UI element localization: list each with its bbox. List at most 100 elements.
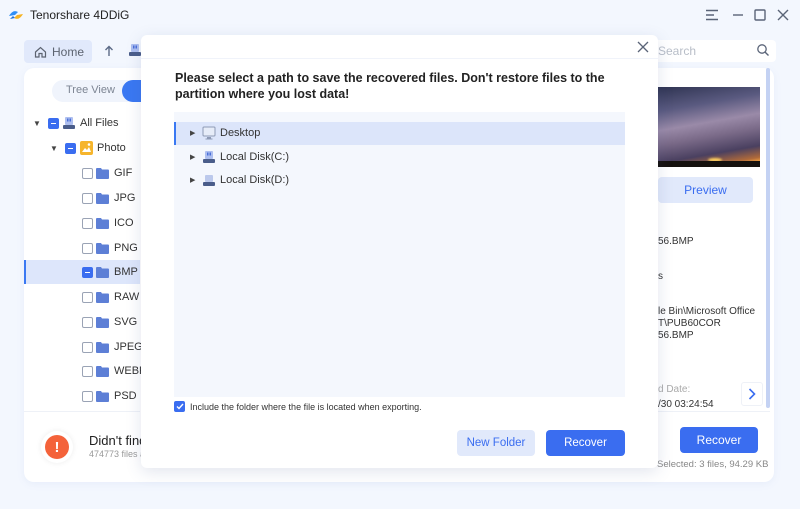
checkbox[interactable]	[82, 390, 93, 402]
drive-icon	[203, 151, 215, 163]
path-label: Local Disk(D:)	[220, 174, 290, 186]
expand-arrow-icon[interactable]: ▶	[190, 153, 195, 161]
desktop-icon	[202, 126, 216, 140]
divider	[24, 411, 140, 412]
file-path-line-1: le Bin\Microsoft Office	[658, 306, 756, 317]
tree-label: Photo	[97, 142, 126, 154]
path-item-local-disk-d[interactable]: ▶ Local Disk(D:)	[174, 169, 625, 192]
tree-item-png[interactable]: PNG	[24, 236, 140, 260]
checkbox[interactable]	[82, 167, 93, 179]
search-input[interactable]: Search	[650, 40, 776, 62]
selected-info: Selected: 3 files, 94.29 KB	[657, 459, 769, 470]
checkbox[interactable]	[82, 217, 93, 229]
checkbox[interactable]	[82, 316, 93, 328]
maximize-button[interactable]	[750, 5, 770, 25]
dialog-close-icon[interactable]	[636, 40, 650, 54]
divider	[141, 58, 658, 59]
tree-item-svg[interactable]: SVG	[24, 310, 140, 334]
tab-tree-view[interactable]: Tree View	[66, 84, 115, 96]
expand-arrow-icon[interactable]: ▶	[190, 176, 195, 184]
search-icon[interactable]	[756, 43, 770, 57]
tree-item-ico[interactable]: ICO	[24, 211, 140, 235]
app-logo-icon	[9, 11, 23, 19]
folder-icon	[96, 291, 109, 303]
folder-icon	[96, 390, 109, 402]
maximize-icon	[754, 9, 766, 21]
expand-arrow-icon[interactable]: ▼	[50, 144, 58, 153]
tree-item-raw[interactable]: RAW	[24, 285, 140, 309]
dialog-title: Please select a path to save the recover…	[175, 71, 605, 101]
file-path-line-2: T\PUB60COR	[658, 318, 721, 329]
drive-icon	[203, 175, 215, 186]
warning-badge: !	[41, 431, 73, 463]
include-folder-option[interactable]: Include the folder where the file is loc…	[174, 401, 422, 412]
photo-icon	[80, 141, 93, 155]
home-icon	[34, 46, 47, 58]
app-title: Tenorshare 4DDiG	[30, 8, 130, 22]
new-folder-button[interactable]: New Folder	[457, 430, 535, 456]
path-label: Desktop	[220, 127, 261, 139]
close-button[interactable]	[773, 5, 793, 25]
checkbox[interactable]	[82, 341, 93, 353]
tree-label: RAW	[114, 291, 140, 303]
tree-item-gif[interactable]: GIF	[24, 161, 140, 185]
didnt-find-link[interactable]: Didn't find the files?	[89, 433, 141, 448]
path-label: Local Disk(C:)	[220, 151, 290, 163]
preview-thumbnail	[658, 87, 760, 167]
checkbox[interactable]	[82, 192, 93, 204]
title-bar: Tenorshare 4DDiG	[0, 0, 800, 30]
tree-item-photo[interactable]: ▼ Photo	[24, 136, 140, 160]
path-item-desktop[interactable]: ▶ Desktop	[174, 122, 625, 145]
minimize-icon	[733, 14, 743, 16]
minimize-button[interactable]	[728, 5, 748, 25]
expand-arrow-icon[interactable]: ▶	[190, 129, 195, 137]
up-button[interactable]	[102, 42, 116, 60]
drive-icon	[129, 44, 141, 56]
tree-item-webp[interactable]: WEBP	[24, 359, 146, 383]
checkbox[interactable]	[82, 266, 93, 278]
checkbox[interactable]	[82, 291, 93, 303]
tree-item-bmp[interactable]: BMP	[24, 260, 140, 284]
next-button[interactable]	[741, 382, 763, 406]
checkmark-icon	[176, 403, 184, 410]
folder-icon	[96, 192, 109, 204]
tree-label: SVG	[114, 316, 138, 328]
tree-item-jpeg[interactable]: JPEG	[24, 335, 143, 359]
path-tree: ▶ Desktop ▶ Local Disk(C:) ▶ Local Disk(…	[174, 112, 625, 397]
recover-button[interactable]: Recover	[680, 427, 758, 453]
divider	[640, 411, 770, 412]
checkbox[interactable]	[82, 242, 93, 254]
folder-icon	[96, 217, 109, 229]
checkbox-photo[interactable]	[65, 142, 76, 154]
folder-icon	[96, 316, 109, 328]
tree-item-jpg[interactable]: JPG	[24, 186, 140, 210]
modified-date-label: d Date:	[658, 384, 691, 395]
scrollbar[interactable]	[766, 68, 770, 408]
folder-icon	[96, 365, 109, 377]
tree-label: ICO	[114, 217, 134, 229]
tree-item-all-files[interactable]: ▼ All Files	[24, 111, 140, 135]
modified-date-value: /30 03:24:54	[658, 399, 714, 410]
checkbox-all-files[interactable]	[48, 117, 59, 129]
tree-label: PSD	[114, 390, 137, 402]
preview-button[interactable]: Preview	[658, 177, 753, 203]
folder-icon	[96, 167, 109, 179]
checkbox[interactable]	[82, 365, 93, 377]
home-label: Home	[52, 44, 85, 59]
files-found-count: 474773 files are found	[89, 449, 141, 459]
path-item-local-disk-c[interactable]: ▶ Local Disk(C:)	[174, 146, 625, 169]
arrow-up-icon	[105, 45, 113, 56]
tree-label: GIF	[114, 167, 133, 179]
expand-arrow-icon[interactable]: ▼	[33, 119, 41, 128]
home-button[interactable]: Home	[24, 40, 92, 63]
menu-button[interactable]	[702, 5, 722, 25]
folder-icon	[96, 341, 109, 353]
folder-icon	[96, 266, 109, 278]
file-name: 56.BMP	[658, 236, 694, 247]
tree-label: JPEG	[114, 341, 143, 353]
dialog-recover-button[interactable]: Recover	[546, 430, 625, 456]
tree-item-psd[interactable]: PSD	[24, 384, 140, 408]
include-folder-checkbox[interactable]	[174, 401, 185, 412]
file-path-line-3: 56.BMP	[658, 330, 694, 341]
include-folder-label: Include the folder where the file is loc…	[190, 401, 422, 412]
